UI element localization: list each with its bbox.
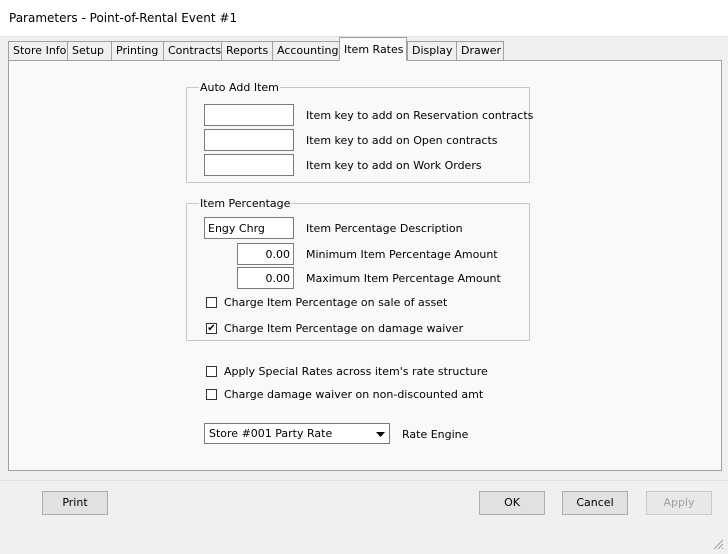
charge-sale-asset-label: Charge Item Percentage on sale of asset — [224, 296, 448, 309]
apply-special-rates-label: Apply Special Rates across item's rate s… — [224, 365, 488, 378]
open-contract-item-key-field[interactable] — [204, 129, 294, 151]
resize-grip-icon[interactable] — [712, 538, 724, 553]
tab-reports[interactable]: Reports — [221, 41, 273, 60]
item-percentage-description-label: Item Percentage Description — [306, 222, 463, 235]
open-contract-item-key-label: Item key to add on Open contracts — [306, 134, 498, 147]
tab-store-info[interactable]: Store Info — [8, 41, 68, 60]
auto-add-item-legend: Auto Add Item — [199, 81, 280, 94]
tab-display[interactable]: Display — [407, 41, 457, 60]
charge-damage-waiver-checkbox[interactable]: ✔ — [206, 323, 217, 334]
title-bar: Parameters - Point-of-Rental Event #1 — [0, 0, 728, 37]
tab-setup[interactable]: Setup — [67, 41, 112, 60]
rate-engine-selected-value: Store #001 Party Rate — [209, 427, 333, 440]
work-order-item-key-field[interactable] — [204, 154, 294, 176]
charge-damage-waiver-label: Charge Item Percentage on damage waiver — [224, 322, 464, 335]
window-title: Parameters - Point-of-Rental Event #1 — [9, 11, 238, 25]
work-order-item-key-label: Item key to add on Work Orders — [306, 159, 482, 172]
ok-button[interactable]: OK — [479, 491, 545, 515]
apply-button[interactable]: Apply — [646, 491, 712, 515]
charge-dw-non-discounted-checkbox[interactable] — [206, 389, 217, 400]
chevron-down-icon[interactable] — [371, 424, 389, 443]
maximum-item-percentage-label: Maximum Item Percentage Amount — [306, 272, 501, 285]
tab-item-rates[interactable]: Item Rates — [339, 37, 407, 61]
reservation-item-key-label: Item key to add on Reservation contracts — [306, 109, 534, 122]
charge-sale-asset-checkbox[interactable] — [206, 297, 217, 308]
panel-divider — [0, 480, 728, 481]
maximum-item-percentage-field[interactable] — [237, 267, 294, 289]
minimum-item-percentage-label: Minimum Item Percentage Amount — [306, 248, 498, 261]
tab-accounting[interactable]: Accounting — [272, 41, 340, 60]
reservation-item-key-field[interactable] — [204, 104, 294, 126]
print-button[interactable]: Print — [42, 491, 108, 515]
tab-printing[interactable]: Printing — [111, 41, 164, 60]
item-percentage-description-field[interactable] — [204, 217, 294, 239]
checkmark-icon: ✔ — [207, 323, 216, 334]
cancel-button[interactable]: Cancel — [562, 491, 628, 515]
rate-engine-label: Rate Engine — [402, 428, 469, 441]
tab-drawer[interactable]: Drawer — [456, 41, 504, 60]
apply-special-rates-checkbox[interactable] — [206, 366, 217, 377]
item-percentage-legend: Item Percentage — [199, 197, 292, 210]
tab-contracts[interactable]: Contracts — [163, 41, 222, 60]
minimum-item-percentage-field[interactable] — [237, 243, 294, 265]
rate-engine-select[interactable]: Store #001 Party Rate — [204, 423, 390, 444]
charge-dw-non-discounted-label: Charge damage waiver on non-discounted a… — [224, 388, 484, 401]
